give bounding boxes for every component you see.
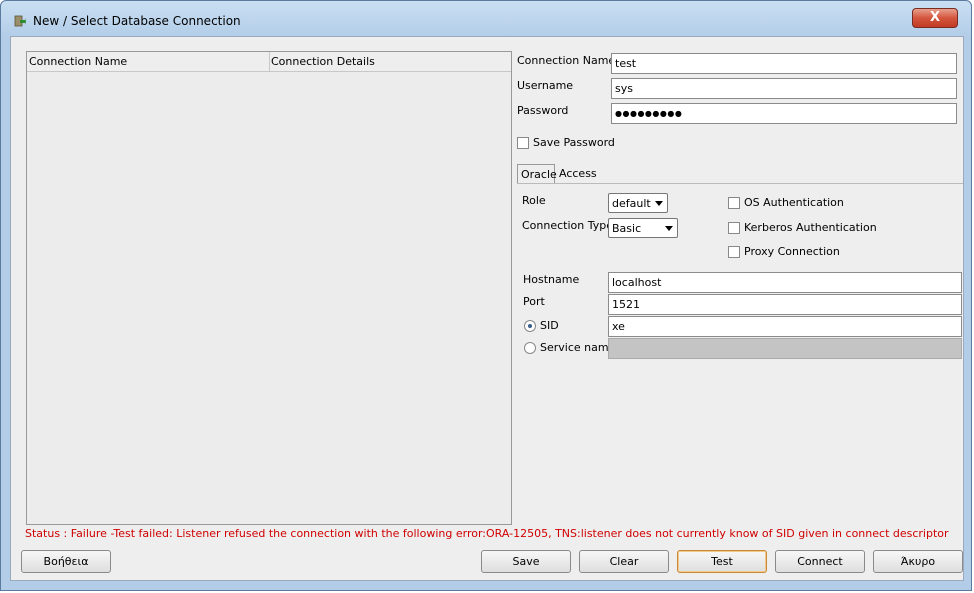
column-divider[interactable] xyxy=(269,52,270,71)
column-header-connection-details[interactable]: Connection Details xyxy=(271,55,375,68)
connection-type-select[interactable]: Basic xyxy=(608,218,678,238)
test-button[interactable]: Test xyxy=(677,550,767,573)
tab-oracle[interactable]: Oracle xyxy=(517,164,557,184)
clear-button[interactable]: Clear xyxy=(579,550,669,573)
proxy-connection-label: Proxy Connection xyxy=(744,245,840,258)
port-label: Port xyxy=(523,295,545,308)
chevron-down-icon xyxy=(665,226,673,231)
connection-type-select-value: Basic xyxy=(612,222,642,235)
service-name-input xyxy=(608,338,962,359)
sid-label: SID xyxy=(540,319,559,332)
hostname-label: Hostname xyxy=(523,273,580,286)
service-name-radio[interactable] xyxy=(524,342,536,354)
save-button[interactable]: Save xyxy=(481,550,571,573)
password-label: Password xyxy=(517,104,569,117)
role-select-value: default xyxy=(612,197,651,210)
connection-type-label: Connection Type xyxy=(522,219,614,232)
title-bar[interactable]: New / Select Database Connection X xyxy=(1,1,971,35)
tab-access[interactable]: Access xyxy=(556,164,598,184)
save-password-checkbox[interactable] xyxy=(517,137,529,149)
connection-list-table[interactable]: Connection Name Connection Details xyxy=(26,51,512,525)
table-header: Connection Name Connection Details xyxy=(27,52,511,72)
hostname-input[interactable]: localhost xyxy=(608,272,962,293)
tab-divider xyxy=(517,183,963,184)
connect-button[interactable]: Connect xyxy=(775,550,865,573)
os-authentication-checkbox[interactable] xyxy=(728,197,740,209)
dialog-window: New / Select Database Connection X Conne… xyxy=(0,0,972,591)
kerberos-authentication-checkbox[interactable] xyxy=(728,222,740,234)
password-input[interactable]: ●●●●●●●●● xyxy=(611,103,957,124)
port-input[interactable]: 1521 xyxy=(608,294,962,315)
connection-name-label: Connection Name xyxy=(517,54,616,67)
dialog-body: Connection Name Connection Details Conne… xyxy=(10,36,964,581)
column-header-connection-name[interactable]: Connection Name xyxy=(29,55,127,68)
role-select[interactable]: default xyxy=(608,193,668,213)
sid-input[interactable]: xe xyxy=(608,316,962,337)
os-authentication-label: OS Authentication xyxy=(744,196,844,209)
role-label: Role xyxy=(522,194,546,207)
help-button[interactable]: Βοήθεια xyxy=(21,550,111,573)
kerberos-authentication-label: Kerberos Authentication xyxy=(744,221,877,234)
status-message: Status : Failure -Test failed: Listener … xyxy=(25,527,949,540)
close-button[interactable]: X xyxy=(912,8,958,28)
database-connection-icon xyxy=(14,15,26,27)
chevron-down-icon xyxy=(655,201,663,206)
save-password-label: Save Password xyxy=(533,136,615,149)
window-title: New / Select Database Connection xyxy=(33,14,241,28)
cancel-button[interactable]: Άκυρο xyxy=(873,550,963,573)
service-name-label: Service name xyxy=(540,341,616,354)
sid-radio[interactable] xyxy=(524,320,536,332)
username-label: Username xyxy=(517,79,574,92)
proxy-connection-checkbox[interactable] xyxy=(728,246,740,258)
username-input[interactable]: sys xyxy=(611,78,957,99)
connection-name-input[interactable]: test xyxy=(611,53,957,74)
